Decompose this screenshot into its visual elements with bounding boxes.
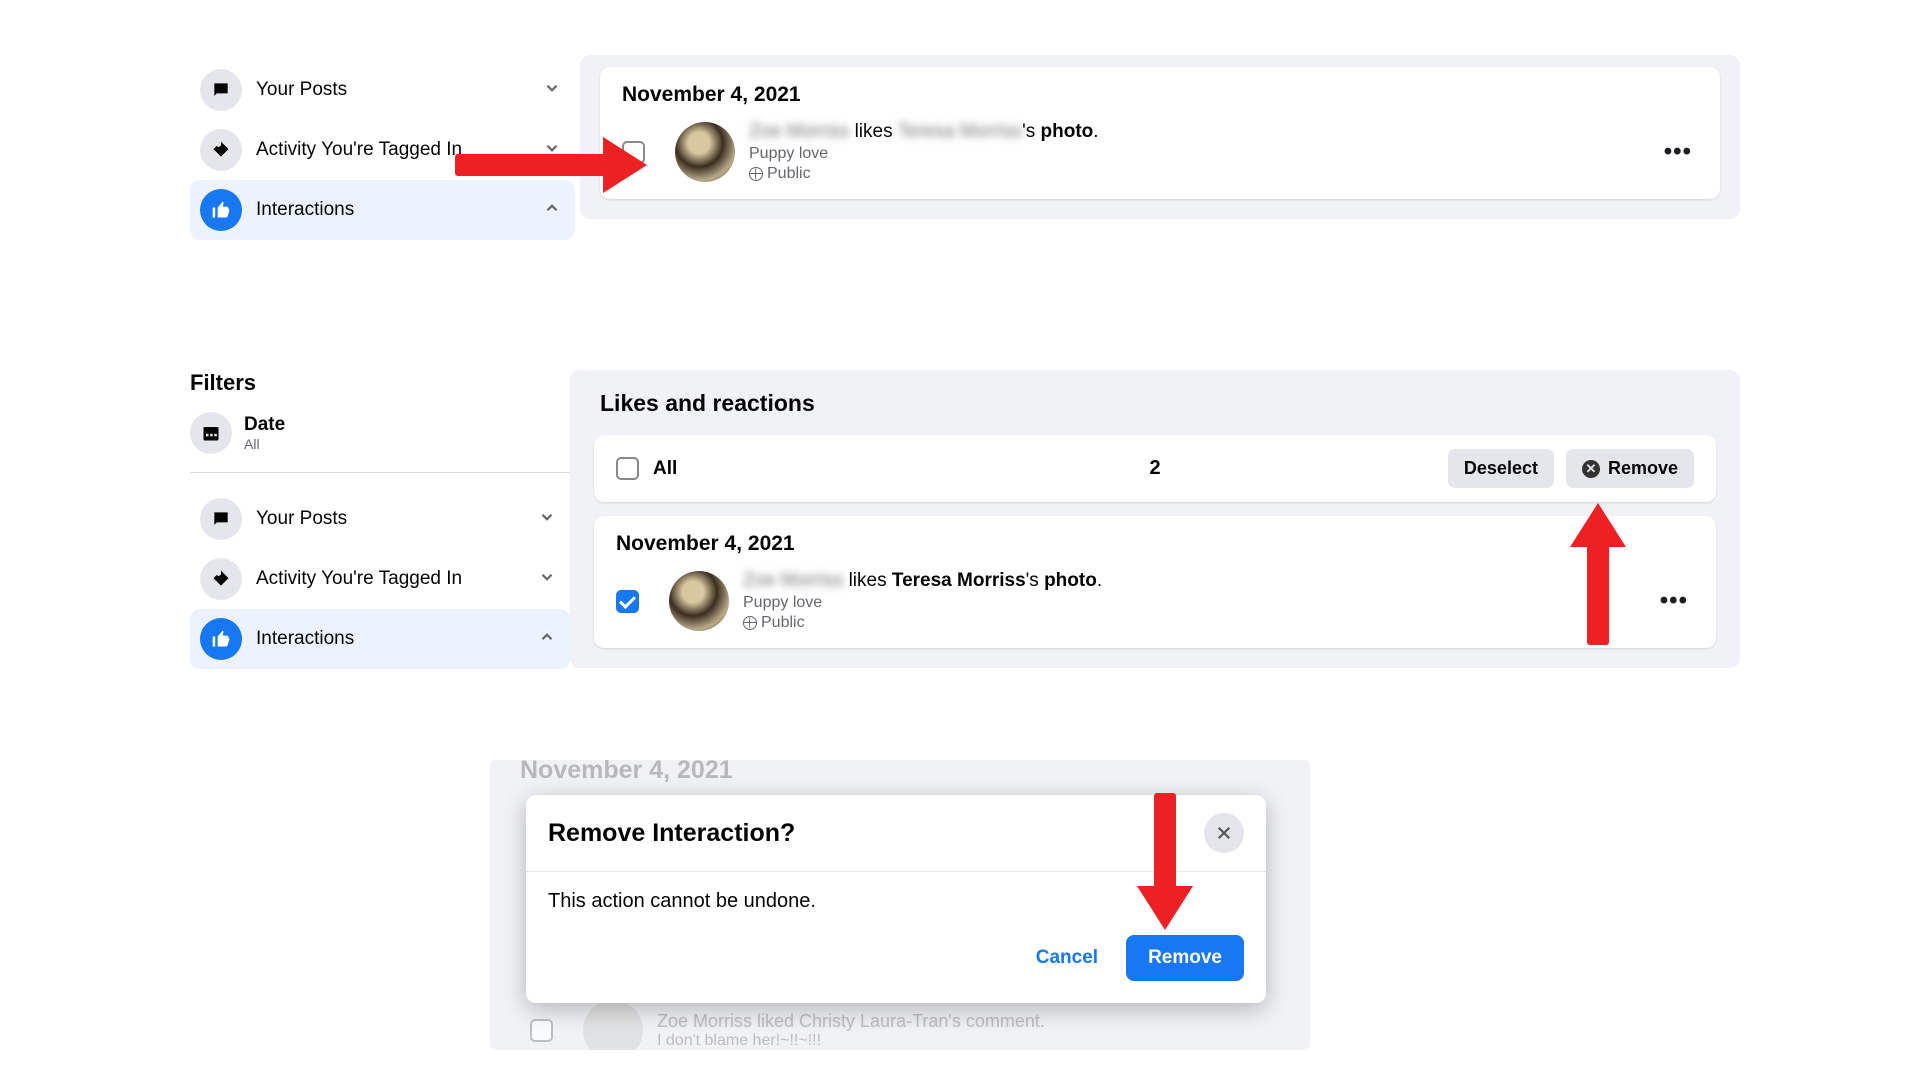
sidebar-item-tagged[interactable]: Activity You're Tagged In: [190, 549, 570, 609]
more-button[interactable]: •••: [1654, 587, 1694, 615]
calendar-icon: [190, 412, 232, 454]
select-checkbox: [530, 1019, 553, 1042]
sidebar-item-label: Your Posts: [256, 79, 347, 101]
sidebar-item-your-posts[interactable]: Your Posts: [190, 489, 570, 549]
date-heading: November 4, 2021: [622, 83, 1698, 107]
selection-toolbar: All 2 Deselect ✕ Remove: [594, 435, 1716, 502]
activity-privacy: Public: [743, 614, 1102, 632]
dialog-title: Remove Interaction?: [548, 819, 795, 848]
more-button[interactable]: •••: [1658, 138, 1698, 166]
date-filter[interactable]: Date All: [190, 406, 570, 460]
cancel-button[interactable]: Cancel: [1020, 935, 1114, 981]
actor-name: Zoe Morriss: [743, 570, 843, 591]
remove-button[interactable]: ✕ Remove: [1566, 449, 1694, 488]
bg-line2: I don't blame her!~!!~!!!: [657, 1032, 1045, 1050]
actor-name: Zoe Morriss: [749, 121, 849, 142]
main-content: November 4, 2021 Zoe Morriss likes Teres…: [580, 55, 1740, 219]
bg-activity-row: Zoe Morriss liked Christy Laura-Tran's c…: [530, 1000, 1290, 1050]
main-content: Likes and reactions All 2 Deselect ✕ Rem…: [570, 370, 1740, 668]
chevron-down-icon: [543, 79, 561, 102]
chevron-up-icon: [543, 199, 561, 222]
bg-date: November 4, 2021: [490, 760, 1310, 785]
chevron-up-icon: [538, 628, 556, 651]
dialog-backdrop: November 4, 2021 Zoe Morriss liked Chris…: [490, 760, 1310, 1050]
tag-icon: [200, 129, 242, 171]
sidebar-item-label: Activity You're Tagged In: [256, 139, 462, 161]
arrow-annotation: [1137, 793, 1197, 943]
avatar: [669, 571, 729, 631]
thumbs-up-icon: [200, 618, 242, 660]
activity-subtitle: Puppy love: [743, 594, 1102, 612]
select-all-checkbox[interactable]: [616, 457, 639, 480]
divider: [190, 472, 570, 473]
target-name: Teresa Morriss: [892, 570, 1026, 591]
globe-icon: [749, 167, 763, 181]
date-label: Date: [244, 414, 285, 436]
chat-icon: [200, 498, 242, 540]
selection-count: 2: [1149, 457, 1160, 480]
date-heading: November 4, 2021: [616, 532, 1694, 556]
sidebar-item-label: Activity You're Tagged In: [256, 568, 462, 590]
select-checkbox[interactable]: [616, 590, 639, 613]
date-value: All: [244, 436, 285, 452]
target-name: Teresa Morriss: [898, 121, 1023, 142]
chevron-down-icon: [538, 508, 556, 531]
activity-privacy: Public: [749, 165, 1099, 183]
tag-icon: [200, 558, 242, 600]
activity-card: November 4, 2021 Zoe Morriss likes Teres…: [594, 516, 1716, 648]
deselect-button[interactable]: Deselect: [1448, 449, 1554, 488]
sidebar-item-interactions[interactable]: Interactions: [190, 609, 570, 669]
activity-subtitle: Puppy love: [749, 145, 1099, 163]
chat-icon: [200, 69, 242, 111]
all-label: All: [653, 458, 677, 480]
activity-card: November 4, 2021 Zoe Morriss likes Teres…: [600, 67, 1720, 199]
activity-text: Zoe Morriss likes Teresa Morriss's photo…: [749, 121, 1099, 183]
sidebar-item-your-posts[interactable]: Your Posts: [190, 60, 575, 120]
activity-row: Zoe Morriss likes Teresa Morriss's photo…: [622, 121, 1698, 183]
remove-x-icon: ✕: [1582, 460, 1600, 478]
sidebar-item-label: Interactions: [256, 628, 354, 650]
section-title: Likes and reactions: [600, 390, 1716, 417]
globe-icon: [743, 616, 757, 630]
chevron-down-icon: [538, 568, 556, 591]
sidebar-item-label: Interactions: [256, 199, 354, 221]
arrow-annotation: [1570, 503, 1630, 663]
activity-row: Zoe Morriss likes Teresa Morriss's photo…: [616, 570, 1694, 632]
filters-heading: Filters: [190, 370, 570, 396]
avatar: [583, 1000, 643, 1050]
avatar: [675, 122, 735, 182]
thumbs-up-icon: [200, 189, 242, 231]
close-icon[interactable]: [1204, 813, 1244, 853]
sidebar-item-label: Your Posts: [256, 508, 347, 530]
sidebar-item-interactions[interactable]: Interactions: [190, 180, 575, 240]
sidebar: Filters Date All Your Posts Activity: [190, 370, 570, 669]
bg-line1: Zoe Morriss liked Christy Laura-Tran's c…: [657, 1011, 1045, 1032]
activity-text: Zoe Morriss likes Teresa Morriss's photo…: [743, 570, 1102, 632]
arrow-annotation: [455, 142, 655, 182]
